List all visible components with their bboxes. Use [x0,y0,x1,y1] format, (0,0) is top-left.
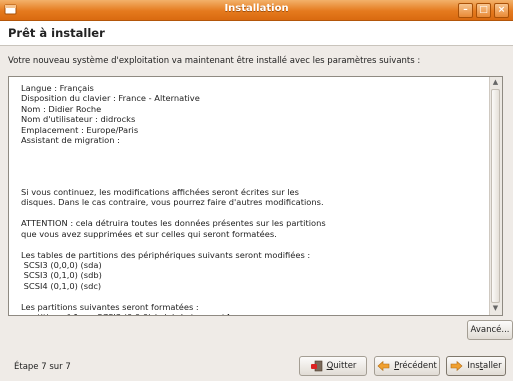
install-button[interactable]: Installer [446,356,506,376]
summary-textbox[interactable]: Langue : Français Disposition du clavier… [8,76,503,316]
quit-label: Quitter [326,361,357,371]
install-label: Installer [467,361,502,371]
quit-button[interactable]: Quitter [299,356,367,376]
scroll-thumb[interactable] [491,89,500,303]
previous-label: Précédent [394,361,437,371]
step-indicator: Étape 7 sur 7 [14,362,71,372]
quit-icon [310,360,322,372]
minimize-button[interactable]: – [458,3,473,18]
scroll-up-icon[interactable]: ▲ [491,78,500,88]
close-button[interactable]: × [494,3,509,18]
scroll-down-icon[interactable]: ▼ [491,304,500,314]
window-title: Installation [224,3,289,14]
page-title: Prêt à installer [8,26,105,40]
back-arrow-icon [377,360,390,372]
previous-button[interactable]: Précédent [374,356,440,376]
page-header: Prêt à installer [0,21,513,46]
advanced-label: Avancé... [470,325,510,335]
maximize-button[interactable]: □ [476,3,491,18]
forward-arrow-icon [451,360,463,372]
intro-text: Votre nouveau système d'exploitation va … [8,56,421,66]
advanced-button[interactable]: Avancé... [467,320,513,340]
window-titlebar[interactable]: Installation – □ × [0,0,513,21]
summary-scrollbar[interactable]: ▲ ▼ [489,77,502,315]
summary-text: Langue : Français Disposition du clavier… [21,83,326,315]
